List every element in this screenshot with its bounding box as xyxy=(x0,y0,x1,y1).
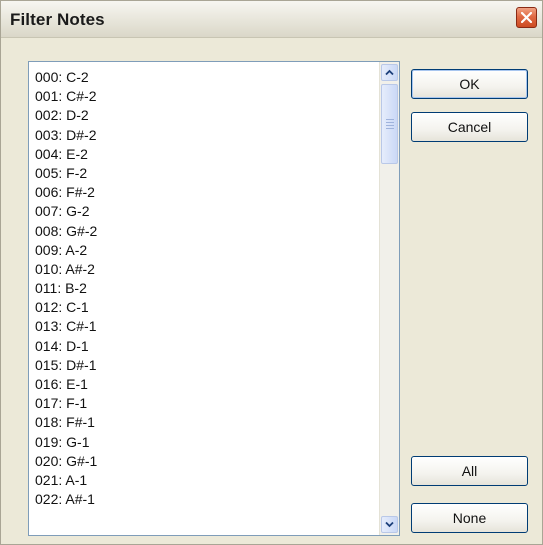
vertical-scrollbar[interactable] xyxy=(379,62,399,535)
thumb-grip-line xyxy=(386,125,394,126)
list-item[interactable]: 008: G#-2 xyxy=(33,222,378,241)
list-item[interactable]: 001: C#-2 xyxy=(33,87,378,106)
list-item[interactable]: 004: E-2 xyxy=(33,145,378,164)
ok-button[interactable]: OK xyxy=(411,69,528,99)
list-item[interactable]: 015: D#-1 xyxy=(33,356,378,375)
scroll-down-button[interactable] xyxy=(381,516,398,533)
scroll-up-button[interactable] xyxy=(381,64,398,81)
select-all-button[interactable]: All xyxy=(411,456,528,486)
list-item[interactable]: 013: C#-1 xyxy=(33,317,378,336)
list-item[interactable]: 019: G-1 xyxy=(33,433,378,452)
cancel-button[interactable]: Cancel xyxy=(411,112,528,142)
thumb-grip-line xyxy=(386,119,394,120)
list-item[interactable]: 022: A#-1 xyxy=(33,490,378,509)
arrow-up-icon xyxy=(385,69,394,76)
list-item[interactable]: 011: B-2 xyxy=(33,279,378,298)
list-item[interactable]: 003: D#-2 xyxy=(33,126,378,145)
list-item[interactable]: 016: E-1 xyxy=(33,375,378,394)
thumb-grip-line xyxy=(386,128,394,129)
list-item[interactable]: 009: A-2 xyxy=(33,241,378,260)
close-button[interactable] xyxy=(516,7,537,28)
filter-notes-dialog: Filter Notes 000: C-2 001: C#-2 002: D-2… xyxy=(0,0,543,545)
arrow-down-icon xyxy=(385,521,394,528)
scroll-thumb[interactable] xyxy=(381,84,398,164)
list-item[interactable]: 014: D-1 xyxy=(33,337,378,356)
list-item[interactable]: 012: C-1 xyxy=(33,298,378,317)
list-item[interactable]: 007: G-2 xyxy=(33,202,378,221)
list-item[interactable]: 010: A#-2 xyxy=(33,260,378,279)
notes-list: 000: C-2 001: C#-2 002: D-2 003: D#-2 00… xyxy=(33,68,378,509)
list-item[interactable]: 021: A-1 xyxy=(33,471,378,490)
close-icon xyxy=(521,12,532,23)
title-bar[interactable]: Filter Notes xyxy=(1,1,542,38)
list-item[interactable]: 006: F#-2 xyxy=(33,183,378,202)
dialog-title: Filter Notes xyxy=(10,10,105,29)
list-item[interactable]: 018: F#-1 xyxy=(33,413,378,432)
thumb-grip-line xyxy=(386,122,394,123)
list-item[interactable]: 005: F-2 xyxy=(33,164,378,183)
list-item[interactable]: 020: G#-1 xyxy=(33,452,378,471)
notes-listbox[interactable]: 000: C-2 001: C#-2 002: D-2 003: D#-2 00… xyxy=(28,61,400,536)
select-none-button[interactable]: None xyxy=(411,503,528,533)
list-item[interactable]: 017: F-1 xyxy=(33,394,378,413)
list-item[interactable]: 000: C-2 xyxy=(33,68,378,87)
list-item[interactable]: 002: D-2 xyxy=(33,106,378,125)
